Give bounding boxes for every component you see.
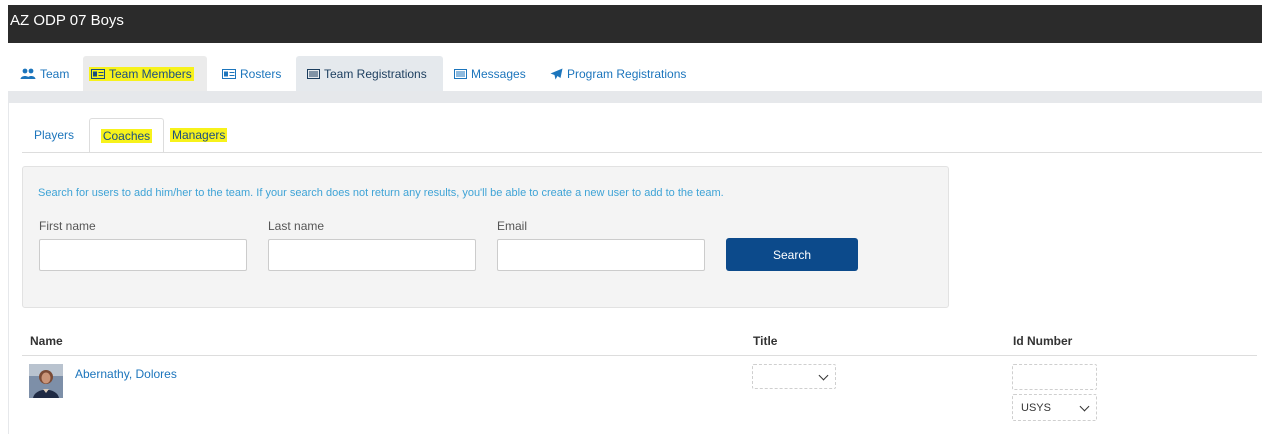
paper-plane-icon bbox=[550, 68, 563, 80]
tab-rosters-label: Rosters bbox=[240, 67, 282, 81]
users-icon bbox=[20, 68, 36, 79]
tab-rosters[interactable]: Rosters bbox=[216, 56, 296, 92]
id-card-icon bbox=[91, 69, 105, 79]
email-label: Email bbox=[497, 219, 528, 233]
tab-team-registrations[interactable]: Team Registrations bbox=[296, 56, 443, 92]
id-type-value: USYS bbox=[1021, 401, 1051, 414]
id-card-icon bbox=[222, 69, 236, 79]
tab-team-members-label: Team Members bbox=[109, 67, 192, 81]
member-type-tabs: Players Coaches Managers bbox=[22, 118, 1262, 153]
subtab-players[interactable]: Players bbox=[30, 118, 78, 152]
list-icon bbox=[307, 69, 320, 79]
subtab-coaches-label: Coaches bbox=[100, 128, 153, 143]
title-select[interactable] bbox=[752, 364, 836, 389]
tab-team-members[interactable]: Team Members bbox=[83, 56, 207, 92]
tab-messages-label: Messages bbox=[471, 67, 526, 81]
subtab-players-label: Players bbox=[34, 128, 75, 142]
content-border bbox=[8, 103, 9, 434]
table-header-divider bbox=[22, 355, 1257, 356]
tab-messages[interactable]: Messages bbox=[448, 56, 536, 92]
email-input[interactable] bbox=[497, 239, 705, 271]
tab-program-registrations-label: Program Registrations bbox=[567, 67, 687, 81]
first-name-label: First name bbox=[39, 219, 96, 233]
main-nav-tabs: Team Team Members Rosters Team Registrat… bbox=[8, 54, 1262, 92]
tab-program-registrations[interactable]: Program Registrations bbox=[544, 56, 694, 92]
column-header-name: Name bbox=[30, 334, 63, 348]
list-icon bbox=[454, 69, 467, 79]
page-title: AZ ODP 07 Boys bbox=[10, 12, 124, 29]
first-name-input[interactable] bbox=[39, 239, 247, 271]
chevron-down-icon bbox=[818, 370, 829, 380]
column-header-id-number: Id Number bbox=[1013, 334, 1073, 348]
subtabs-divider bbox=[22, 152, 1262, 153]
search-hint: Search for users to add him/her to the t… bbox=[38, 187, 724, 199]
last-name-label: Last name bbox=[268, 219, 325, 233]
subtab-managers-label: Managers bbox=[170, 128, 228, 142]
user-search-panel: Search for users to add him/her to the t… bbox=[22, 166, 949, 308]
coach-name-link[interactable]: Abernathy, Dolores bbox=[75, 367, 177, 381]
avatar bbox=[29, 364, 63, 398]
tab-team-registrations-label: Team Registrations bbox=[324, 67, 427, 81]
highlight-marker: Team Members bbox=[89, 67, 194, 81]
tab-team-label: Team bbox=[40, 67, 70, 81]
last-name-input[interactable] bbox=[268, 239, 476, 271]
subtab-coaches[interactable]: Coaches bbox=[89, 118, 164, 153]
id-type-select[interactable]: USYS bbox=[1012, 394, 1097, 421]
id-number-input[interactable] bbox=[1012, 364, 1097, 390]
column-header-title: Title bbox=[753, 334, 778, 348]
nav-divider bbox=[8, 91, 1262, 103]
chevron-down-icon bbox=[1079, 401, 1090, 411]
subtab-managers[interactable]: Managers bbox=[166, 118, 231, 152]
page-header: AZ ODP 07 Boys bbox=[8, 5, 1262, 43]
tab-team[interactable]: Team bbox=[14, 56, 82, 92]
search-button[interactable]: Search bbox=[726, 238, 858, 271]
